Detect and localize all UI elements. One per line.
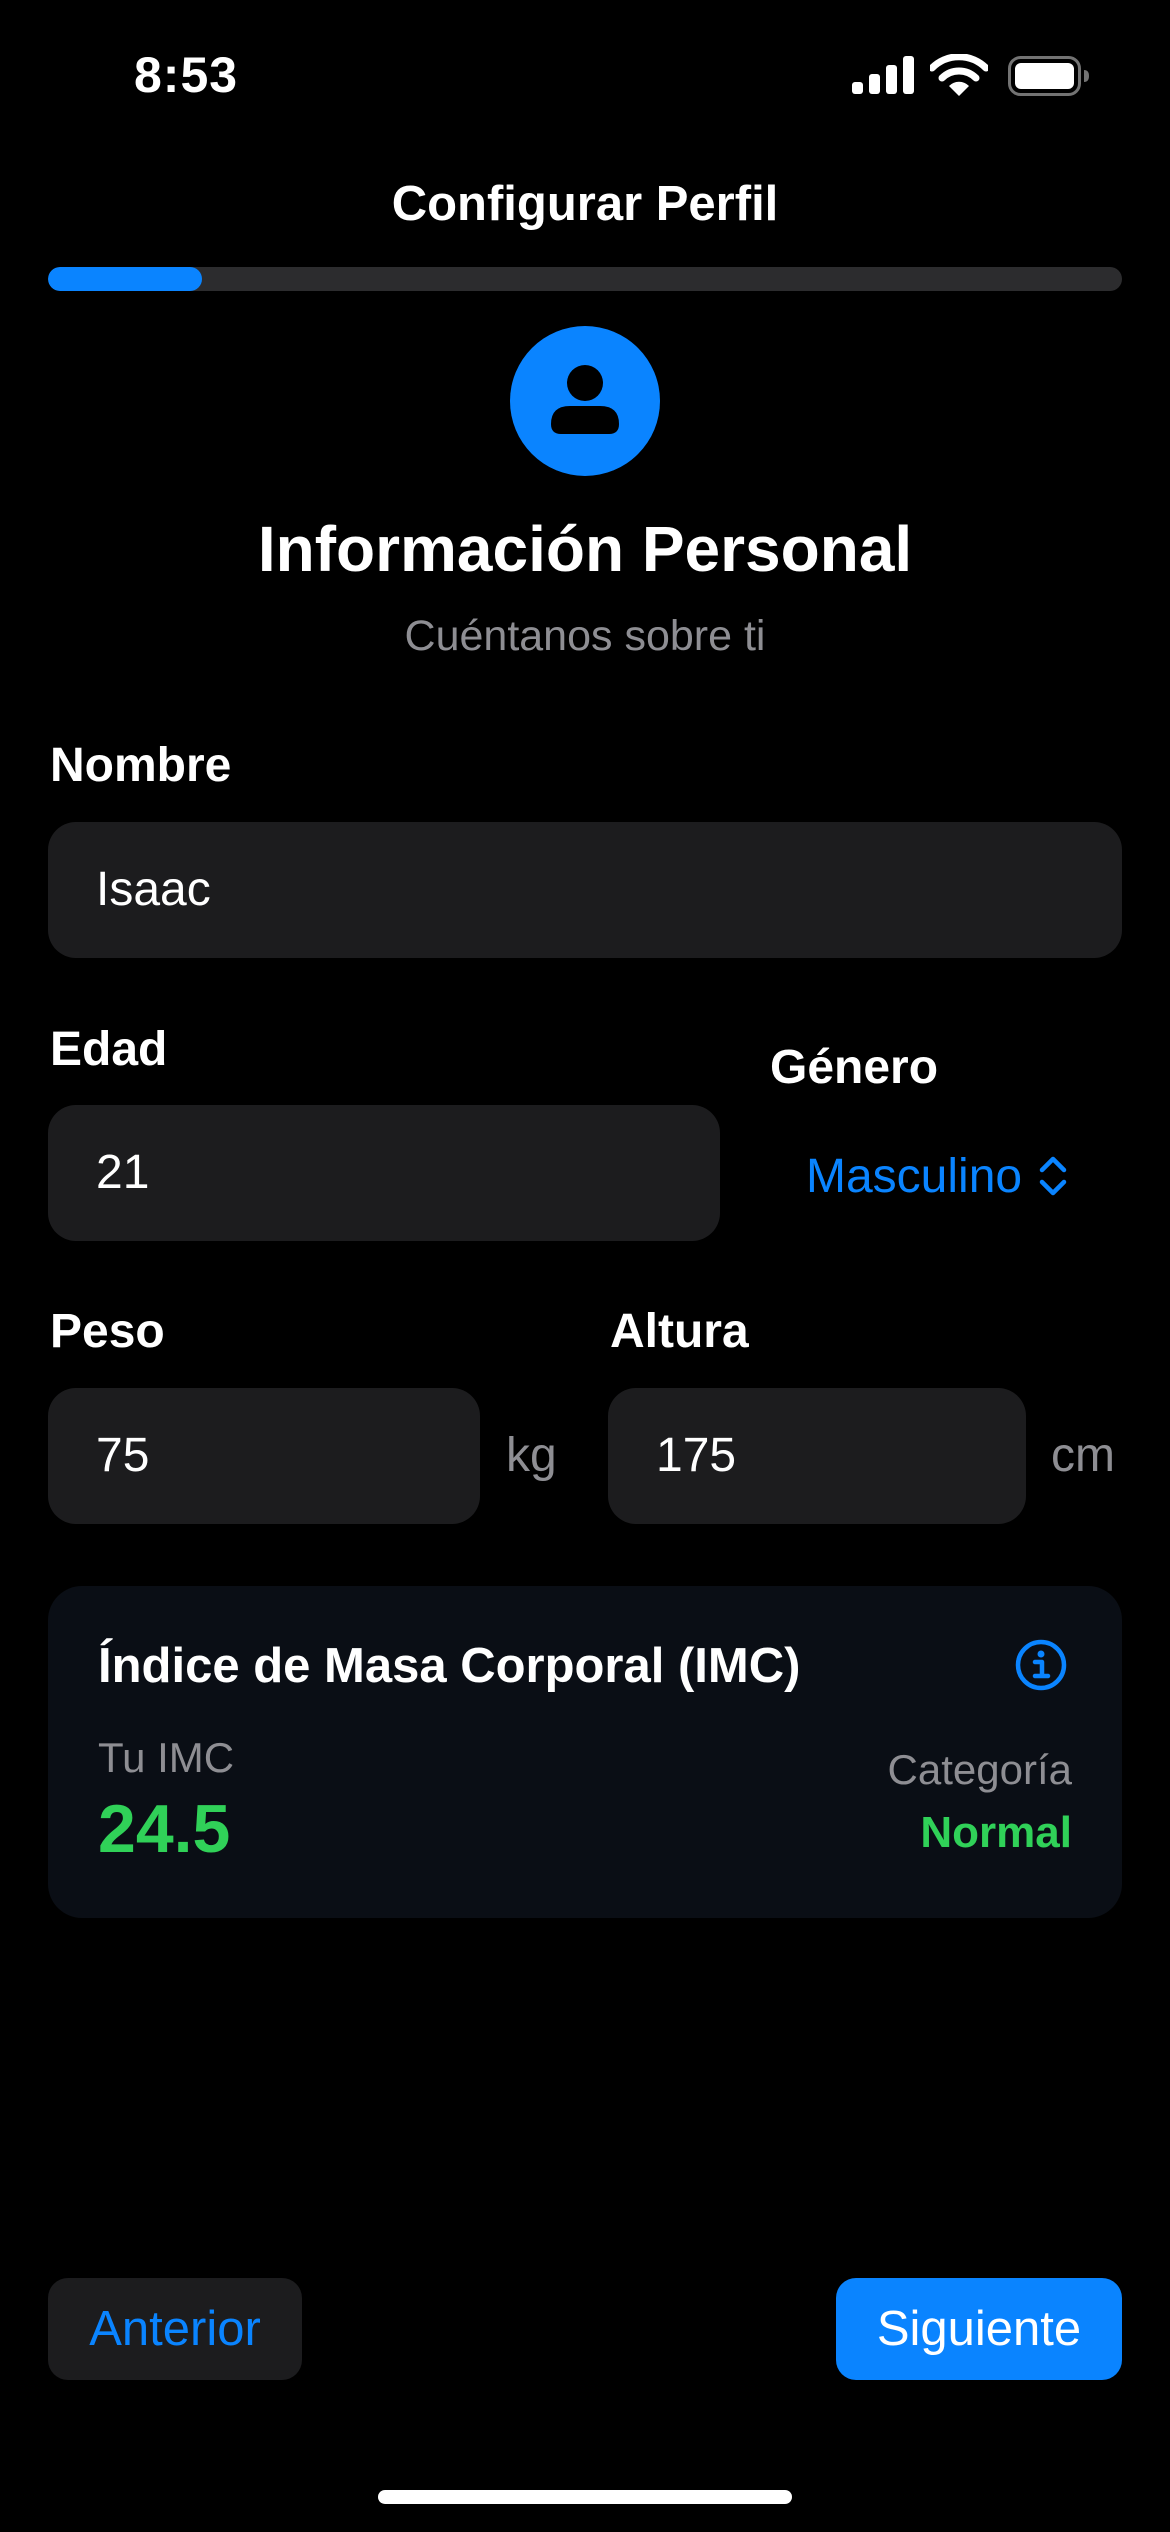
bmi-card: Índice de Masa Corporal (IMC) Tu IMC 24.…: [48, 1586, 1122, 1918]
bmi-category-label: Categoría: [887, 1746, 1072, 1793]
section-title: Información Personal: [257, 513, 913, 585]
progress-bar: [48, 267, 1122, 291]
bmi-your-label: Tu IMC: [98, 1734, 235, 1781]
name-field[interactable]: [48, 822, 1122, 958]
age-label: Edad: [50, 1023, 168, 1076]
battery-icon: [1008, 56, 1089, 96]
status-bar: 8:53: [0, 0, 1170, 150]
cellular-signal-icon: [852, 56, 914, 94]
weight-unit: kg: [506, 1429, 557, 1482]
avatar: [510, 326, 660, 476]
previous-button[interactable]: Anterior: [48, 2278, 302, 2380]
progress-bar-fill: [48, 267, 202, 291]
age-input[interactable]: [96, 1105, 708, 1241]
page-title: Configurar Perfil: [391, 177, 779, 231]
gender-picker[interactable]: Masculino: [806, 1146, 1068, 1206]
person-icon: [551, 365, 619, 434]
bmi-title: Índice de Masa Corporal (IMC): [98, 1639, 801, 1693]
chevron-up-down-icon: [1039, 1156, 1067, 1196]
age-field[interactable]: [48, 1105, 720, 1241]
gender-label: Género: [770, 1041, 939, 1094]
home-indicator[interactable]: [378, 2490, 792, 2504]
name-input[interactable]: [96, 822, 1110, 958]
bmi-category-value: Normal: [920, 1808, 1072, 1857]
height-input[interactable]: [656, 1388, 1014, 1524]
status-time: 8:53: [134, 47, 239, 103]
weight-input[interactable]: [96, 1388, 468, 1524]
height-unit: cm: [1051, 1429, 1115, 1482]
bmi-value: 24.5: [98, 1791, 231, 1867]
wifi-icon: [930, 54, 988, 96]
section-subtitle: Cuéntanos sobre ti: [404, 612, 766, 660]
name-label: Nombre: [50, 739, 232, 792]
gender-selected: Masculino: [806, 1149, 1023, 1203]
height-field[interactable]: [608, 1388, 1026, 1524]
height-label: Altura: [610, 1305, 749, 1358]
next-button[interactable]: Siguiente: [836, 2278, 1122, 2380]
info-icon[interactable]: [1014, 1638, 1068, 1692]
weight-field[interactable]: [48, 1388, 480, 1524]
weight-label: Peso: [50, 1305, 165, 1358]
